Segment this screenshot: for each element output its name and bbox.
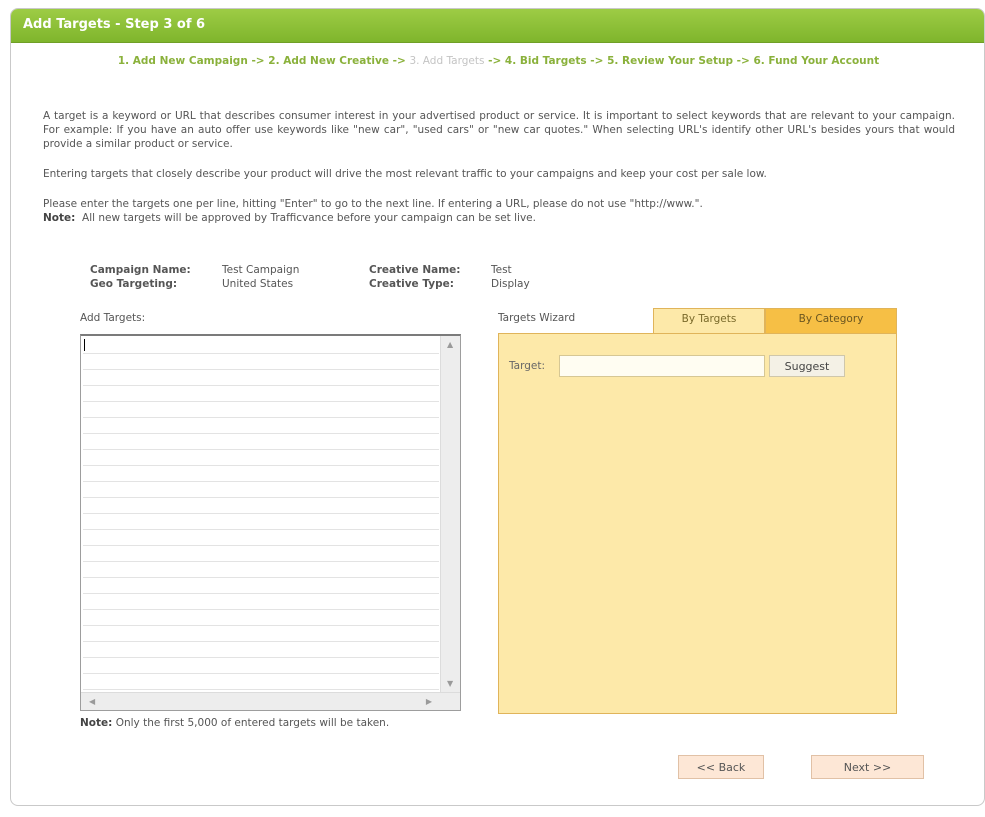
step-separator: -> (586, 55, 608, 67)
step-separator: -> (733, 55, 754, 67)
back-button[interactable]: << Back (678, 755, 764, 779)
page-title: Add Targets - Step 3 of 6 (11, 9, 984, 43)
approval-note: Note: All new targets will be approved b… (43, 211, 955, 225)
step-separator: -> (247, 55, 269, 67)
note-label: Note: (43, 212, 76, 224)
step-separator: -> (484, 55, 505, 67)
step-2: 2. Add New Creative (268, 55, 389, 67)
next-button[interactable]: Next >> (811, 755, 924, 779)
chevron-down-icon[interactable]: ▼ (447, 679, 453, 688)
targets-textarea[interactable]: ▲ ▼ ◀ ▶ (80, 334, 461, 711)
suggest-button[interactable]: Suggest (769, 355, 845, 377)
step-separator: -> (388, 55, 410, 67)
geo-targeting-row: Geo Targeting: United States (90, 277, 299, 291)
creative-name-label: Creative Name: (369, 264, 461, 276)
geo-targeting-value: United States (222, 278, 294, 290)
campaign-name-row: Campaign Name: Test Campaign (90, 263, 299, 277)
creative-info: Creative Name: Test Creative Type: Display (369, 263, 530, 291)
text-caret (84, 339, 85, 351)
vertical-scrollbar[interactable]: ▲ ▼ (440, 336, 460, 692)
geo-targeting-label: Geo Targeting: (90, 278, 178, 290)
wizard-panel: Target: Suggest (498, 333, 897, 714)
targets-limit-note: Note: Only the first 5,000 of entered ta… (80, 717, 389, 729)
step-1: 1. Add New Campaign (117, 55, 248, 67)
step-4: 4. Bid Targets (504, 55, 587, 67)
chevron-right-icon[interactable]: ▶ (426, 697, 432, 706)
step-6: 6. Fund Your Account (753, 55, 880, 67)
targets-wizard-label: Targets Wizard (498, 312, 576, 324)
creative-type-row: Creative Type: Display (369, 277, 530, 291)
step-3-current: 3. Add Targets (409, 55, 485, 67)
targets-note-label: Note: (80, 717, 113, 729)
target-input[interactable] (559, 355, 765, 377)
campaign-info: Campaign Name: Test Campaign Geo Targetin… (90, 263, 299, 291)
campaign-name-value: Test Campaign (222, 264, 300, 276)
intro-text: A target is a keyword or URL that descri… (43, 109, 955, 225)
target-field-label: Target: (509, 360, 546, 372)
horizontal-scrollbar[interactable]: ◀ ▶ (81, 692, 460, 710)
step-5: 5. Review Your Setup (607, 55, 734, 67)
creative-type-value: Display (491, 278, 530, 290)
creative-name-row: Creative Name: Test (369, 263, 530, 277)
intro-paragraph-3: Please enter the targets one per line, h… (43, 198, 703, 210)
targets-entry-lines[interactable] (83, 338, 439, 692)
targets-note-text: Only the first 5,000 of entered targets … (115, 717, 390, 729)
tab-by-targets[interactable]: By Targets (653, 308, 765, 333)
chevron-left-icon[interactable]: ◀ (89, 697, 95, 706)
intro-paragraph-1: A target is a keyword or URL that descri… (43, 110, 955, 150)
tab-by-category[interactable]: By Category (765, 308, 897, 333)
creative-name-value: Test (491, 264, 512, 276)
add-targets-label: Add Targets: (80, 312, 146, 324)
intro-paragraph-2: Entering targets that closely describe y… (43, 168, 767, 180)
creative-type-label: Creative Type: (369, 278, 454, 290)
chevron-up-icon[interactable]: ▲ (447, 340, 453, 349)
campaign-name-label: Campaign Name: (90, 264, 191, 276)
note-text: All new targets will be approved by Traf… (82, 212, 536, 224)
step-breadcrumb: 1. Add New Campaign -> 2. Add New Creati… (11, 55, 984, 67)
